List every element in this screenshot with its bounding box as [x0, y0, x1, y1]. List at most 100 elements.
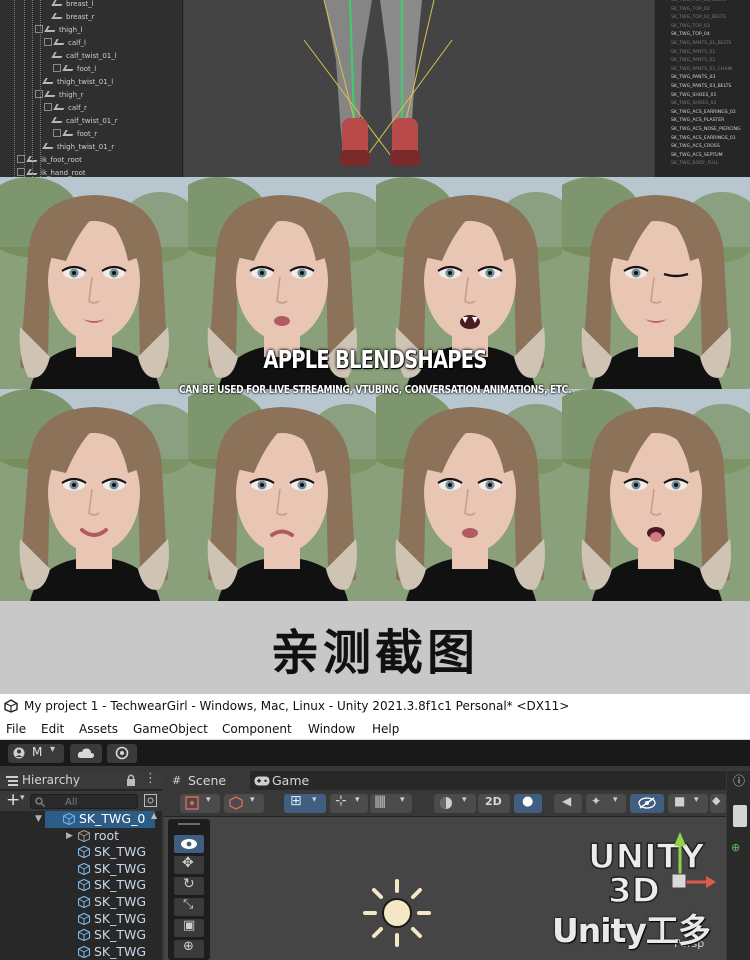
gameobject-icon: [78, 829, 90, 842]
hierarchy-item[interactable]: SK_TWG: [0, 894, 162, 911]
shape-key-row[interactable]: SK_TWG_PANTS_02_CHAIN: [671, 66, 732, 75]
more-options-icon[interactable]: ⋮: [144, 771, 157, 786]
shape-key-row[interactable]: SK_TWG_TOP_03: [671, 23, 710, 32]
hierarchy-item[interactable]: SK_TWG: [0, 927, 162, 944]
bone-row[interactable]: thigh_l: [35, 24, 82, 37]
menu-window[interactable]: Window: [308, 718, 355, 740]
bone-icon: [44, 26, 58, 32]
gizmos-button[interactable]: ◆: [710, 794, 726, 813]
expand-toggle-icon[interactable]: [44, 103, 52, 111]
shape-key-row[interactable]: SK_TWG_PANTS_03: [671, 74, 715, 83]
draw-mode-button[interactable]: ▾: [180, 794, 220, 813]
menu-file[interactable]: File: [6, 718, 26, 740]
shape-key-row[interactable]: SK_TWG_TOP_04: [671, 31, 710, 40]
shape-key-row[interactable]: SK_TWG_PANTS_01_BELTS: [671, 40, 731, 49]
camera-button[interactable]: ■ ▾: [668, 794, 708, 813]
bone-row[interactable]: ik_hand_root: [17, 167, 86, 177]
shape-key-row[interactable]: SK_TWG_PANTS_03_BELTS: [671, 83, 731, 92]
hierarchy-item[interactable]: SK_TWG: [0, 911, 162, 928]
list-icon: [6, 776, 18, 786]
expand-arrow-icon[interactable]: ▶: [66, 828, 73, 845]
lighting-toggle[interactable]: ●: [514, 794, 542, 813]
rig-preview-panel: breast_l breast_r thigh_l calf_l calf_twist_…: [0, 0, 750, 177]
bone-row[interactable]: calf_r: [44, 102, 87, 115]
move-tool-button[interactable]: ✥: [174, 855, 204, 874]
expand-toggle-icon[interactable]: [53, 129, 61, 137]
bone-row[interactable]: foot_r: [53, 128, 97, 141]
face-expression-5: [0, 389, 188, 601]
view-tool-button[interactable]: [174, 835, 204, 853]
shape-key-row[interactable]: SK_TWG_ACS_SEPTUM: [671, 152, 723, 161]
rotate-tool-button[interactable]: ↻: [174, 876, 204, 895]
scroll-up-icon[interactable]: ▲: [151, 811, 157, 820]
effects-button[interactable]: ✦ ▾: [586, 794, 626, 813]
drag-handle[interactable]: [178, 823, 200, 825]
hierarchy-item[interactable]: SK_TWG: [0, 877, 162, 894]
shape-key-row[interactable]: SK_TWG_ACS_CROSS: [671, 143, 720, 152]
orientation-button[interactable]: ▾: [434, 794, 476, 813]
menu-edit[interactable]: Edit: [41, 718, 64, 740]
shape-key-row[interactable]: SK_TWG_PANTS_01: [671, 49, 715, 58]
shape-key-row[interactable]: SK_TWG_SHOES_02: [671, 100, 716, 109]
bone-row[interactable]: foot_l: [53, 63, 96, 76]
expand-toggle-icon[interactable]: [35, 90, 43, 98]
face-expression-7: [376, 389, 564, 601]
hierarchy-search-input[interactable]: All: [30, 794, 138, 809]
shape-key-row[interactable]: SK_TWG_BODY_FULL: [671, 160, 719, 169]
menu-component[interactable]: Component: [222, 718, 292, 740]
shape-key-row[interactable]: SK_TWG_ACS_EARRINGS_02: [671, 109, 736, 118]
audio-level-button[interactable]: ||||| ▾: [370, 794, 412, 813]
hierarchy-item[interactable]: SK_TWG: [0, 944, 162, 960]
shading-button[interactable]: ▾: [224, 794, 264, 813]
grid-snap-button[interactable]: ⊞ ▾: [284, 793, 326, 813]
tab-game[interactable]: Game: [250, 771, 320, 790]
hierarchy-item[interactable]: SK_TWG: [0, 861, 162, 878]
bone-row[interactable]: ik_foot_root: [17, 154, 82, 167]
audio-toggle[interactable]: ◀: [554, 794, 582, 813]
collapse-arrow-icon[interactable]: ▼: [35, 811, 42, 828]
bone-row[interactable]: thigh_twist_01_l: [42, 76, 113, 89]
mode-2d-button[interactable]: 2D: [478, 794, 510, 813]
add-icon[interactable]: +: [6, 790, 20, 810]
increment-snap-button[interactable]: ⊹ ▾: [330, 793, 368, 813]
menu-help[interactable]: Help: [372, 718, 399, 740]
bone-row[interactable]: breast_r: [51, 11, 95, 24]
hierarchy-tab[interactable]: Hierarchy ⋮: [0, 771, 162, 790]
bone-row[interactable]: thigh_r: [35, 89, 83, 102]
shape-key-row[interactable]: SK_TWG_ACS_NOSE_PIERCING: [671, 126, 741, 135]
bone-row[interactable]: breast_l: [51, 0, 94, 11]
bone-row[interactable]: calf_l: [44, 37, 86, 50]
scene-filter-icon[interactable]: [144, 794, 157, 807]
shape-key-row[interactable]: SK_TWG_TOP_02_BELTS: [671, 14, 726, 23]
scale-tool-button[interactable]: ⤡: [174, 897, 204, 916]
shape-key-row[interactable]: SK_TWG_ACS_PLASTER: [671, 117, 724, 126]
shape-key-row[interactable]: SK_TWG_PANTS_02: [671, 57, 715, 66]
rect-tool-button[interactable]: ▣: [174, 918, 204, 937]
menu-assets[interactable]: Assets: [79, 718, 118, 740]
expand-toggle-icon[interactable]: [35, 25, 43, 33]
bone-row[interactable]: thigh_twist_01_r: [42, 141, 114, 154]
bone-icon: [62, 65, 76, 71]
scene-visibility-toggle[interactable]: [630, 794, 664, 813]
shape-key-row[interactable]: SK_TWG_TOP_02: [671, 6, 710, 15]
hierarchy-item-selected[interactable]: ▼ SK_TWG_0: [35, 811, 155, 828]
cloud-button[interactable]: [70, 744, 102, 763]
menu-gameobject[interactable]: GameObject: [133, 718, 208, 740]
hierarchy-item[interactable]: SK_TWG: [0, 844, 162, 861]
lock-icon[interactable]: [126, 774, 136, 786]
shape-key-row[interactable]: SK_TWG_SHOES_01: [671, 92, 716, 101]
collab-button[interactable]: [107, 744, 137, 763]
add-chevron-icon[interactable]: ▾: [20, 793, 25, 803]
hierarchy-item-label: SK_TWG: [94, 910, 147, 926]
tab-scene[interactable]: # Scene: [164, 771, 250, 790]
bone-row[interactable]: calf_twist_01_l: [51, 50, 117, 63]
account-button[interactable]: M ▾: [8, 744, 64, 763]
expand-toggle-icon[interactable]: [44, 38, 52, 46]
transform-tool-button[interactable]: ⊕: [174, 939, 204, 958]
expand-toggle-icon[interactable]: [53, 64, 61, 72]
bone-row[interactable]: calf_twist_01_r: [51, 115, 118, 128]
info-icon[interactable]: ⓘ: [733, 772, 745, 789]
hierarchy-item[interactable]: ▶ root: [0, 828, 162, 845]
shape-key-row[interactable]: SK_TWG_ACS_EARRINGS_01: [671, 135, 736, 144]
hierarchy-scrollbar[interactable]: ▲: [150, 811, 160, 960]
